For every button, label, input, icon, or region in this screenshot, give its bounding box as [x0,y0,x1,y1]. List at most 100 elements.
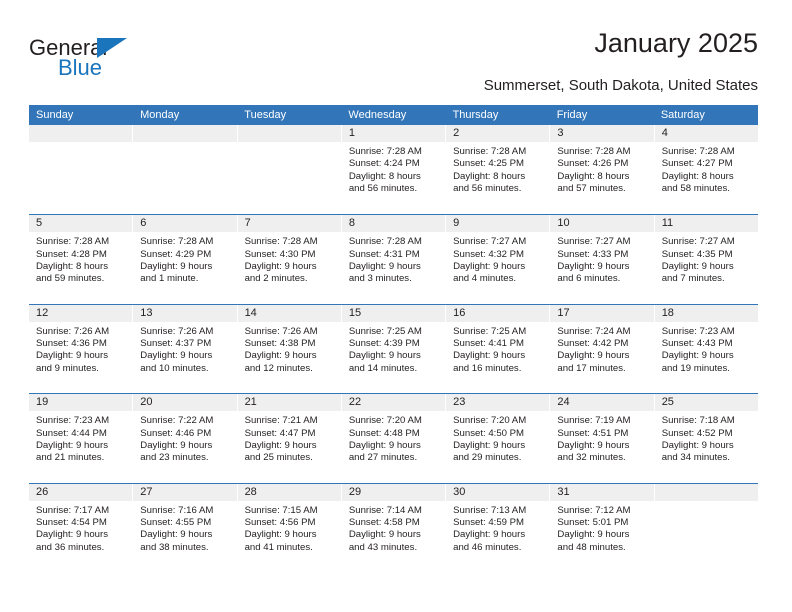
day-info-line: Sunrise: 7:27 AM [661,236,735,248]
calendar-day-cell[interactable]: 9 Sunrise: 7:27 AM Sunset: 4:32 PM Daylight… [446,215,551,304]
calendar-day-cell[interactable]: 10 Sunrise: 7:27 AM Sunset: 4:33 PM Dayligh… [550,215,655,304]
day-info-line: Daylight: 9 hours [661,439,734,451]
calendar-day-cell[interactable]: 11 Sunrise: 7:27 AM Sunset: 4:35 PM Dayligh… [654,215,758,304]
day-info-line: Sunrise: 7:28 AM [36,236,110,248]
day-number: 6 [140,217,147,230]
calendar-day-cell-empty [654,483,758,572]
calendar-day-cell[interactable]: 1 Sunrise: 7:28 AM Sunset: 4:24 PM Daylight… [341,125,447,215]
day-info-line: Sunset: 4:36 PM [36,338,107,350]
calendar-day-cell[interactable]: 14 Sunrise: 7:26 AM Sunset: 4:38 PM Dayligh… [237,304,342,394]
day-number-band: 1 [341,125,446,142]
calendar-day-cell[interactable]: 17 Sunrise: 7:24 AM Sunset: 4:42 PM Dayligh… [550,304,655,394]
day-info-line: and 59 minutes. [36,273,105,285]
day-sun-info: Sunrise: 7:21 AM Sunset: 4:47 PM Daylight:… [238,411,341,464]
calendar-day-cell[interactable]: 4 Sunrise: 7:28 AM Sunset: 4:27 PM Daylight… [654,125,758,215]
calendar-day-cell[interactable]: 6 Sunrise: 7:28 AM Sunset: 4:29 PM Daylight… [133,215,238,304]
day-sun-info: Sunrise: 7:28 AM Sunset: 4:25 PM Daylight:… [446,142,549,195]
day-number: 20 [140,396,153,409]
day-info-line: Sunrise: 7:15 AM [244,504,318,516]
day-number: 19 [36,396,49,409]
day-number-band: 12 [29,304,133,322]
day-number-band: 11 [654,215,758,233]
day-info-line: Sunset: 4:26 PM [557,158,629,170]
calendar-day-cell[interactable]: 7 Sunrise: 7:28 AM Sunset: 4:30 PM Daylight… [237,215,342,304]
day-info-line: Sunrise: 7:27 AM [453,236,527,248]
day-info-line: and 9 minutes. [36,362,99,374]
weekday-header-monday: Monday [140,109,180,121]
day-info-line: Sunrise: 7:20 AM [453,415,527,427]
calendar-day-cell[interactable]: 22 Sunrise: 7:20 AM Sunset: 4:48 PM Dayligh… [341,394,447,483]
day-info-line: Sunset: 4:51 PM [557,427,629,439]
day-info-line: Sunset: 4:38 PM [244,338,316,350]
calendar-day-cell[interactable]: 24 Sunrise: 7:19 AM Sunset: 4:51 PM Dayligh… [550,394,655,483]
calendar-day-cell[interactable]: 12 Sunrise: 7:26 AM Sunset: 4:36 PM Dayligh… [29,304,134,394]
day-info-line: Daylight: 8 hours [557,170,630,182]
day-info-line: Daylight: 9 hours [140,529,213,541]
day-info-line: and 34 minutes. [661,452,730,464]
day-info-line: Sunset: 4:52 PM [661,427,733,439]
calendar-day-cell[interactable]: 31 Sunrise: 7:12 AM Sunset: 5:01 PM Dayligh… [550,483,655,572]
day-info-line: Sunset: 4:35 PM [661,248,733,260]
day-number: 4 [661,127,668,139]
day-info-line: Daylight: 9 hours [244,261,317,273]
calendar-day-cell[interactable]: 27 Sunrise: 7:16 AM Sunset: 4:55 PM Dayligh… [133,483,238,572]
day-number: 30 [453,485,466,498]
day-number-band: 26 [29,483,133,501]
calendar-day-cell[interactable]: 2 Sunrise: 7:28 AM Sunset: 4:25 PM Daylight… [446,125,551,215]
calendar-day-cell[interactable]: 28 Sunrise: 7:15 AM Sunset: 4:56 PM Dayligh… [237,483,342,572]
calendar-day-cell[interactable]: 3 Sunrise: 7:28 AM Sunset: 4:26 PM Daylight… [550,125,655,215]
calendar-day-cell[interactable]: 19 Sunrise: 7:23 AM Sunset: 4:44 PM Dayligh… [29,394,134,483]
day-info-line: Daylight: 9 hours [36,439,108,451]
day-number: 25 [661,396,674,409]
day-info-line: Sunrise: 7:13 AM [453,504,527,516]
calendar-day-cell[interactable]: 5 Sunrise: 7:28 AM Sunset: 4:28 PM Daylight… [29,215,134,304]
calendar-grid: Sunday Monday Tuesday Wednesday Thursday Frid… [29,105,758,572]
day-sun-info: Sunrise: 7:16 AM Sunset: 4:55 PM Daylight:… [133,501,236,554]
day-info-line: Sunset: 4:43 PM [661,338,733,350]
calendar-day-cell[interactable]: 8 Sunrise: 7:28 AM Sunset: 4:31 PM Daylight… [341,215,447,304]
day-number: 24 [557,396,570,409]
calendar-day-cell[interactable]: 20 Sunrise: 7:22 AM Sunset: 4:46 PM Dayligh… [133,394,238,483]
calendar-day-cell[interactable]: 23 Sunrise: 7:20 AM Sunset: 4:50 PM Dayligh… [446,394,551,483]
day-info-line: and 7 minutes. [661,273,725,285]
calendar-day-cell[interactable]: 26 Sunrise: 7:17 AM Sunset: 4:54 PM Dayligh… [29,483,134,572]
day-number-band: 7 [237,215,341,233]
day-info-line: Daylight: 9 hours [348,350,421,362]
day-sun-info: Sunrise: 7:18 AM Sunset: 4:52 PM Daylight:… [655,411,758,464]
calendar-day-cell[interactable]: 15 Sunrise: 7:25 AM Sunset: 4:39 PM Dayligh… [341,304,447,394]
day-info-line: Sunrise: 7:28 AM [348,236,422,248]
day-number-band: 20 [133,394,237,412]
day-number: 14 [244,306,257,319]
calendar-day-cell[interactable]: 13 Sunrise: 7:26 AM Sunset: 4:37 PM Dayligh… [133,304,238,394]
day-info-line: and 17 minutes. [557,362,626,374]
day-sun-info: Sunrise: 7:26 AM Sunset: 4:38 PM Daylight:… [238,322,341,375]
day-sun-info: Sunrise: 7:28 AM Sunset: 4:28 PM Daylight:… [29,232,132,285]
day-info-line: and 12 minutes. [244,362,313,374]
day-sun-info: Sunrise: 7:26 AM Sunset: 4:37 PM Daylight:… [133,322,236,375]
day-number: 28 [244,485,257,498]
day-info-line: Sunset: 4:37 PM [140,338,212,350]
day-info-line: and 36 minutes. [36,541,105,553]
calendar-day-cell[interactable]: 25 Sunrise: 7:18 AM Sunset: 4:52 PM Dayligh… [654,394,758,483]
day-info-line: and 1 minute. [140,273,199,285]
day-number-band: 3 [550,125,654,142]
day-number-band: 27 [133,483,237,501]
weekday-header-saturday: Saturday [660,109,705,121]
day-info-line: Daylight: 9 hours [557,350,630,362]
day-sun-info: Sunrise: 7:28 AM Sunset: 4:30 PM Daylight:… [238,232,341,285]
day-number: 9 [453,217,460,230]
day-info-line: and 48 minutes. [557,541,626,553]
calendar-day-cell[interactable]: 18 Sunrise: 7:23 AM Sunset: 4:43 PM Dayligh… [654,304,758,394]
calendar-day-cell[interactable]: 30 Sunrise: 7:13 AM Sunset: 4:59 PM Dayligh… [446,483,551,572]
calendar-day-cell-empty [133,125,238,215]
day-number: 8 [348,217,355,230]
calendar-day-cell[interactable]: 21 Sunrise: 7:21 AM Sunset: 4:47 PM Dayligh… [237,394,342,483]
day-number-band: 9 [446,215,550,233]
calendar-week-row: 12 Sunrise: 7:26 AM Sunset: 4:36 PM Dayligh… [29,303,758,394]
calendar-day-cell[interactable]: 16 Sunrise: 7:25 AM Sunset: 4:41 PM Dayligh… [446,304,551,394]
calendar-weeks: 1 Sunrise: 7:28 AM Sunset: 4:24 PM Daylight… [29,125,758,572]
general-blue-logo: General Blue [29,36,219,94]
day-number-band [237,125,341,142]
day-info-line: and 21 minutes. [36,452,105,464]
calendar-day-cell[interactable]: 29 Sunrise: 7:14 AM Sunset: 4:58 PM Dayligh… [341,483,447,572]
